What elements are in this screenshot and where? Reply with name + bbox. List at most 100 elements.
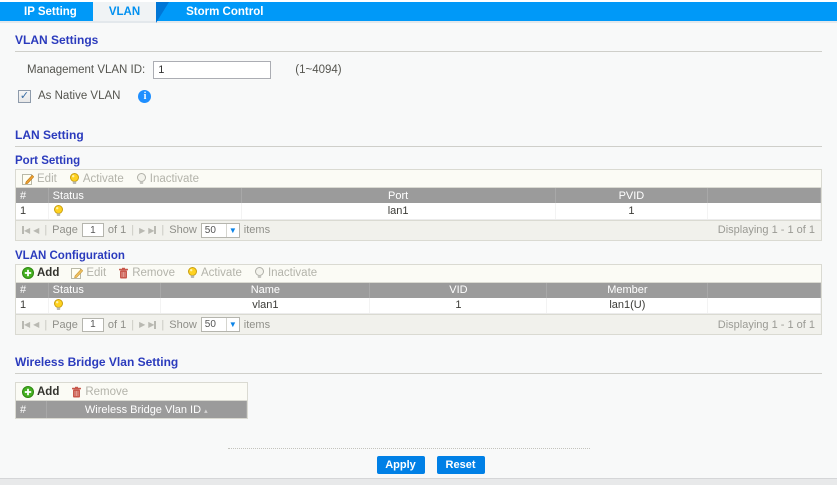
native-vlan-label: As Native VLAN: [38, 90, 120, 102]
vlan-configuration-toolbar: Add Edit Remove Activate: [16, 265, 821, 283]
col-member[interactable]: Member: [547, 283, 708, 298]
port-setting-header-row: # Status Port PVID: [16, 188, 821, 203]
last-page-icon[interactable]: ▶: [148, 226, 156, 235]
col-index[interactable]: #: [16, 283, 48, 298]
vlan-configuration-pagination: ◀ ◀ | Page of 1 | ▶ ▶ | Show 50 ▼ items …: [16, 314, 821, 334]
show-label: Show: [169, 224, 197, 236]
tab-vlan[interactable]: VLAN: [93, 2, 156, 21]
lan-setting-title: LAN Setting: [15, 118, 822, 147]
col-status[interactable]: Status: [48, 283, 161, 298]
inactivate-button[interactable]: Inactivate: [254, 267, 317, 279]
vlan-range-hint: (1~4094): [295, 64, 341, 76]
add-label: Add: [37, 267, 59, 279]
activate-button[interactable]: Activate: [69, 173, 124, 185]
wireless-bridge-groupbox: Add Remove # Wireless Bridge Vlan ID▴: [15, 382, 248, 419]
native-vlan-checkbox[interactable]: ✓: [18, 90, 31, 103]
apply-button[interactable]: Apply: [377, 456, 425, 474]
col-index[interactable]: #: [16, 401, 46, 418]
bottom-edge: [0, 478, 837, 485]
bulb-off-icon: [136, 173, 147, 185]
port-setting-groupbox: Edit Activate Inactivate # Status: [15, 169, 822, 241]
page-of-label: of 1: [108, 319, 126, 331]
page-content: VLAN Settings Management VLAN ID: (1~409…: [0, 23, 837, 419]
footer-separator: [228, 448, 590, 449]
row-spacer: [708, 203, 821, 219]
displaying-status: Displaying 1 - 1 of 1: [718, 319, 815, 331]
edit-button[interactable]: Edit: [71, 267, 106, 279]
edit-label: Edit: [37, 173, 57, 185]
show-items-value: 50: [202, 225, 226, 236]
port-setting-title: Port Setting: [15, 155, 822, 167]
activate-label: Activate: [83, 173, 124, 185]
col-port[interactable]: Port: [241, 188, 555, 203]
col-name[interactable]: Name: [161, 283, 370, 298]
row-pvid: 1: [555, 203, 708, 219]
reset-button[interactable]: Reset: [437, 456, 485, 474]
show-items-value: 50: [202, 319, 226, 330]
edit-label: Edit: [86, 267, 106, 279]
table-row[interactable]: 1 vlan1 1 lan1(U): [16, 298, 821, 314]
tab-bar-wrap: IP Setting VLAN Storm Control: [0, 0, 837, 23]
first-page-icon[interactable]: ◀: [22, 226, 30, 235]
status-bulb-on-icon: [48, 203, 241, 219]
col-spacer: [708, 188, 821, 203]
edit-icon: [22, 173, 34, 185]
vlan-configuration-groupbox: Add Edit Remove Activate: [15, 264, 822, 336]
remove-button[interactable]: Remove: [118, 267, 175, 279]
management-vlan-input[interactable]: [153, 61, 271, 79]
last-page-icon[interactable]: ▶: [148, 320, 156, 329]
next-page-icon[interactable]: ▶: [139, 320, 145, 329]
add-button[interactable]: Add: [22, 386, 59, 398]
first-page-icon[interactable]: ◀: [22, 320, 30, 329]
col-wireless-bridge-vlan-id[interactable]: Wireless Bridge Vlan ID▴: [46, 401, 247, 418]
col-vid[interactable]: VID: [370, 283, 547, 298]
page-label: Page: [52, 319, 78, 331]
status-bulb-on-icon: [48, 298, 161, 314]
wireless-bridge-header-row: # Wireless Bridge Vlan ID▴: [16, 401, 247, 418]
prev-page-icon[interactable]: ◀: [33, 320, 39, 329]
edit-icon: [71, 267, 83, 279]
add-icon: [22, 267, 34, 279]
sort-ascending-icon: ▴: [204, 408, 208, 415]
page-input[interactable]: [82, 223, 104, 237]
inactivate-button[interactable]: Inactivate: [136, 173, 199, 185]
remove-icon: [71, 386, 82, 398]
table-row[interactable]: 1 lan1 1: [16, 203, 821, 219]
add-icon: [22, 386, 34, 398]
next-page-icon[interactable]: ▶: [139, 226, 145, 235]
management-vlan-label: Management VLAN ID:: [27, 64, 145, 76]
items-label: items: [244, 319, 270, 331]
col-wireless-bridge-vlan-id-label: Wireless Bridge Vlan ID: [85, 404, 201, 416]
page-label: Page: [52, 224, 78, 236]
wireless-bridge-toolbar: Add Remove: [16, 383, 247, 401]
footer: Apply Reset: [0, 448, 837, 474]
chevron-down-icon: ▼: [226, 318, 239, 331]
bulb-on-icon: [69, 173, 80, 185]
add-label: Add: [37, 386, 59, 398]
port-setting-toolbar: Edit Activate Inactivate: [16, 170, 821, 188]
add-button[interactable]: Add: [22, 267, 59, 279]
vlan-settings-title: VLAN Settings: [15, 23, 822, 52]
col-pvid[interactable]: PVID: [555, 188, 708, 203]
displaying-status: Displaying 1 - 1 of 1: [718, 224, 815, 236]
info-icon[interactable]: i: [138, 90, 151, 103]
tab-ip-setting[interactable]: IP Setting: [8, 2, 93, 21]
tab-storm-control[interactable]: Storm Control: [170, 2, 279, 21]
remove-label: Remove: [85, 386, 128, 398]
vlan-configuration-table: # Status Name VID Member 1 vlan1 1 lan1(…: [16, 283, 821, 315]
col-status[interactable]: Status: [48, 188, 241, 203]
show-items-select[interactable]: 50 ▼: [201, 223, 240, 238]
prev-page-icon[interactable]: ◀: [33, 226, 39, 235]
inactivate-label: Inactivate: [268, 267, 317, 279]
vlan-configuration-title: VLAN Configuration: [15, 250, 822, 262]
bulb-off-icon: [254, 267, 265, 279]
remove-label: Remove: [132, 267, 175, 279]
activate-button[interactable]: Activate: [187, 267, 242, 279]
col-index[interactable]: #: [16, 188, 48, 203]
remove-button[interactable]: Remove: [71, 386, 128, 398]
management-vlan-row: Management VLAN ID: (1~4094): [27, 60, 822, 80]
edit-button[interactable]: Edit: [22, 173, 57, 185]
show-items-select[interactable]: 50 ▼: [201, 317, 240, 332]
page-input[interactable]: [82, 318, 104, 332]
chevron-down-icon: ▼: [226, 224, 239, 237]
